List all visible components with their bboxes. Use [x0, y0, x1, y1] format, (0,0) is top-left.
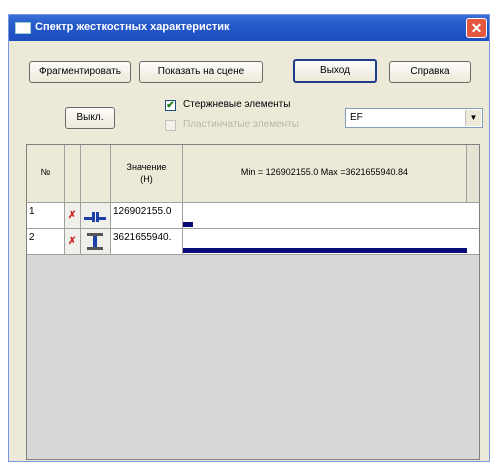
column-header-range[interactable]: Min = 126902155.0 Max =3621655940.84 [183, 145, 467, 203]
chevron-down-icon[interactable]: ▼ [465, 110, 481, 126]
stiffness-table: № Значение (Н) Min = 126902155.0 Max =36… [26, 144, 480, 460]
row-bar-cell [183, 229, 479, 255]
column-header-value[interactable]: Значение (Н) [111, 145, 183, 203]
off-button[interactable]: Выкл. [65, 107, 115, 129]
parameter-select-value: EF [350, 112, 363, 123]
row-mark-cell: ✗ [65, 203, 81, 229]
plate-elements-checkbox-row: Пластинчатые элементы [165, 119, 335, 133]
table-row[interactable]: 2 ✗ 3621655940. [27, 229, 479, 255]
row-number-cell: 2 [27, 229, 65, 255]
row-bar-cell [183, 203, 479, 229]
i-beam-section-icon [87, 233, 103, 250]
row-section-cell [81, 203, 111, 229]
window-title: Спектр жесткостных характеристик [35, 21, 230, 33]
row-number-cell: 1 [27, 203, 65, 229]
row-value-cell: 3621655940. [111, 229, 183, 255]
plate-elements-label: Пластинчатые элементы [183, 119, 299, 130]
column-header-number[interactable]: № [27, 145, 65, 203]
help-button[interactable]: Справка [389, 61, 471, 83]
row-mark-cell: ✗ [65, 229, 81, 255]
channel-section-icon [84, 212, 106, 222]
rod-elements-checkbox[interactable]: ✔ [165, 100, 176, 111]
rod-elements-checkbox-row[interactable]: ✔ Стержневые элементы [165, 99, 335, 113]
close-button[interactable]: ✕ [466, 18, 487, 38]
show-on-scene-button[interactable]: Показать на сцене [139, 61, 263, 83]
parameter-select[interactable]: EF ▼ [345, 108, 483, 128]
header-filler [467, 145, 479, 203]
plate-elements-checkbox [165, 120, 176, 131]
rod-elements-label: Стержневые элементы [183, 99, 291, 110]
row-value-cell: 126902155.0 [111, 203, 183, 229]
status-mark-icon: ✗ [68, 210, 77, 221]
table-row[interactable]: 1 ✗ 126902155.0 [27, 203, 479, 229]
window-icon [15, 22, 31, 34]
row-section-cell [81, 229, 111, 255]
exit-button[interactable]: Выход [293, 59, 377, 83]
column-header-mark [65, 145, 81, 203]
value-header-line2: (Н) [140, 174, 153, 184]
title-bar[interactable]: Спектр жесткостных характеристик ✕ [9, 15, 489, 41]
spectrum-bar [183, 222, 193, 227]
fragment-button[interactable]: Фрагментировать [29, 61, 131, 83]
value-header-line1: Значение [126, 162, 167, 172]
column-header-icon [81, 145, 111, 203]
status-mark-icon: ✗ [68, 236, 77, 247]
spectrum-bar [183, 248, 467, 253]
stiffness-spectrum-dialog: Спектр жесткостных характеристик ✕ Фрагм… [8, 14, 490, 462]
